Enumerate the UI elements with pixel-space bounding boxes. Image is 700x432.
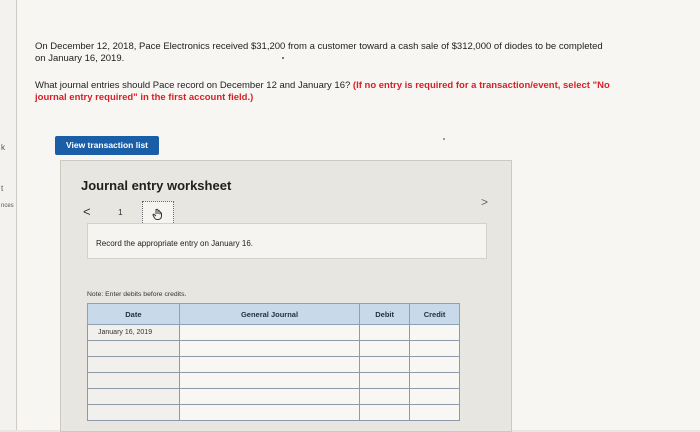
credit-field[interactable]	[409, 388, 460, 405]
table-row	[87, 388, 460, 405]
question-page: On December 12, 2018, Pace Electronics r…	[17, 0, 700, 432]
debit-field[interactable]	[359, 388, 411, 405]
record-instruction: Record the appropriate entry on January …	[96, 239, 253, 248]
table-row	[87, 356, 460, 373]
debit-field[interactable]	[359, 340, 411, 357]
table-row	[87, 404, 460, 421]
date-cell[interactable]	[87, 372, 180, 389]
debit-field[interactable]	[359, 324, 411, 341]
account-field[interactable]	[178, 404, 361, 421]
entry-page-number[interactable]: 1	[118, 207, 123, 217]
sidebar-fragment-2: t	[1, 184, 4, 193]
stray-mark	[443, 138, 445, 140]
entry-note: Note: Enter debits before credits.	[87, 291, 187, 298]
journal-entry-worksheet: Journal entry worksheet < 1 > Record the…	[60, 160, 512, 432]
date-cell[interactable]	[87, 356, 180, 373]
credit-field[interactable]	[409, 340, 460, 357]
account-field[interactable]	[178, 388, 361, 405]
credit-field[interactable]	[409, 404, 460, 421]
credit-field[interactable]	[409, 356, 460, 373]
date-cell[interactable]	[87, 404, 180, 421]
hand-pointer-icon	[152, 208, 162, 220]
question-prompt: What journal entries should Pace record …	[35, 80, 690, 104]
col-header-debit: Debit	[359, 303, 411, 325]
question-line-2: on January 16, 2019.	[35, 53, 125, 64]
credit-field[interactable]	[409, 324, 460, 341]
debit-field[interactable]	[359, 372, 411, 389]
col-header-date: Date	[87, 303, 180, 325]
account-field[interactable]	[178, 372, 361, 389]
worksheet-title: Journal entry worksheet	[81, 178, 232, 193]
table-row	[87, 372, 460, 389]
date-cell[interactable]	[87, 388, 180, 405]
next-entry-icon[interactable]: >	[481, 195, 488, 209]
journal-header-row: Date General Journal Debit Credit	[87, 303, 460, 325]
account-field[interactable]	[178, 340, 361, 357]
instruction-text-1: (If no entry is required for a transacti…	[352, 80, 610, 91]
view-transaction-list-button[interactable]: View transaction list	[55, 136, 159, 155]
left-sidebar: k t nces	[0, 0, 17, 430]
table-row	[87, 340, 460, 357]
credit-field[interactable]	[409, 372, 460, 389]
instruction-text-2: journal entry required" in the first acc…	[35, 92, 254, 103]
sidebar-fragment-3: nces	[1, 203, 14, 209]
date-cell[interactable]	[87, 340, 180, 357]
record-instruction-box: Record the appropriate entry on January …	[87, 223, 487, 259]
question-text: On December 12, 2018, Pace Electronics r…	[35, 41, 690, 65]
date-cell[interactable]: January 16, 2019	[87, 324, 180, 341]
account-field[interactable]	[178, 356, 361, 373]
prompt-text: What journal entries should Pace record …	[35, 80, 353, 91]
table-row: January 16, 2019	[87, 324, 460, 341]
account-field[interactable]	[178, 324, 361, 341]
question-line-1: On December 12, 2018, Pace Electronics r…	[35, 41, 603, 52]
debit-field[interactable]	[359, 404, 411, 421]
debit-field[interactable]	[359, 356, 411, 373]
cursor-mark	[282, 57, 284, 59]
col-header-general-journal: General Journal	[178, 303, 361, 325]
sidebar-fragment-1: k	[1, 143, 5, 152]
prev-entry-icon[interactable]: <	[83, 204, 91, 219]
journal-table: Date General Journal Debit Credit Januar…	[87, 303, 460, 421]
col-header-credit: Credit	[409, 303, 460, 325]
